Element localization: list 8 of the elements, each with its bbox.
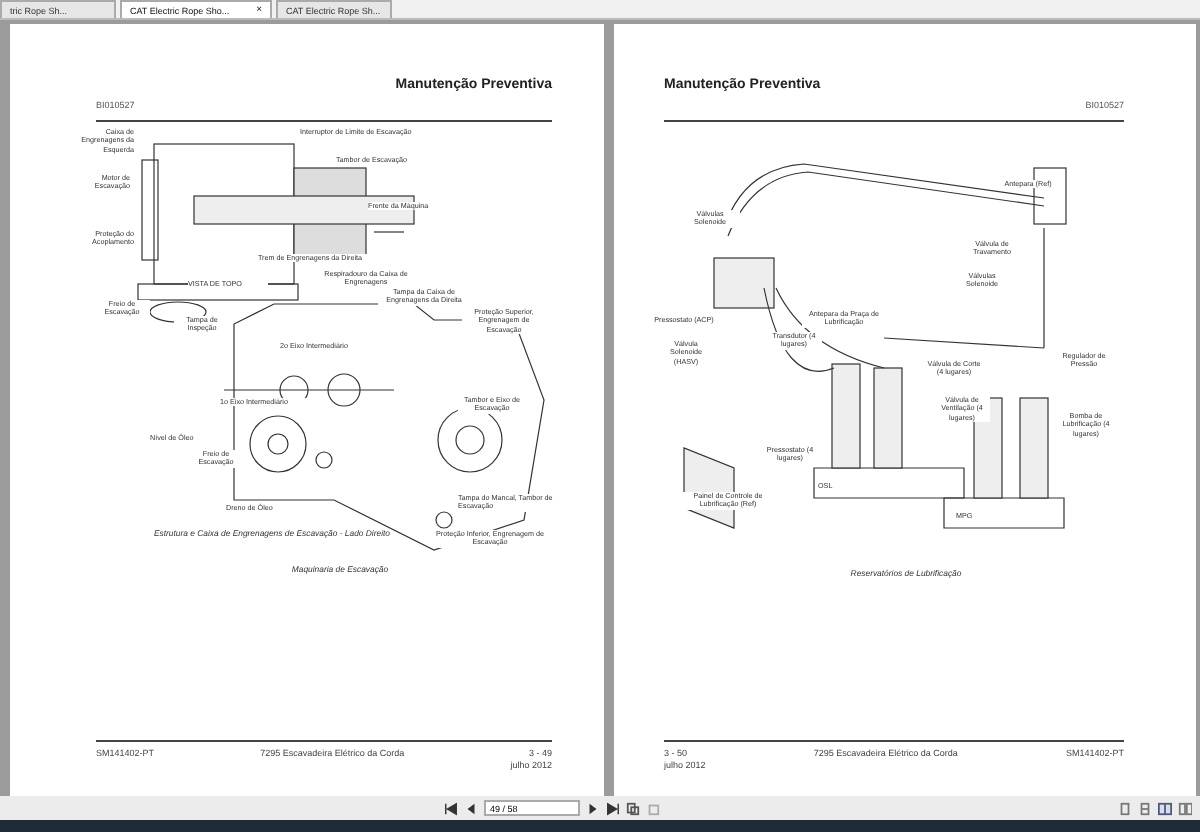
previous-page-icon[interactable]: [464, 801, 478, 815]
two-page-icon[interactable]: [1158, 801, 1172, 815]
single-page-icon[interactable]: [1118, 801, 1132, 815]
continuous-page-icon[interactable]: [1138, 801, 1152, 815]
last-page-icon[interactable]: [606, 801, 620, 815]
first-page-icon[interactable]: [444, 801, 458, 815]
two-page-continuous-icon[interactable]: [1178, 801, 1192, 815]
next-page-icon[interactable]: [586, 801, 600, 815]
